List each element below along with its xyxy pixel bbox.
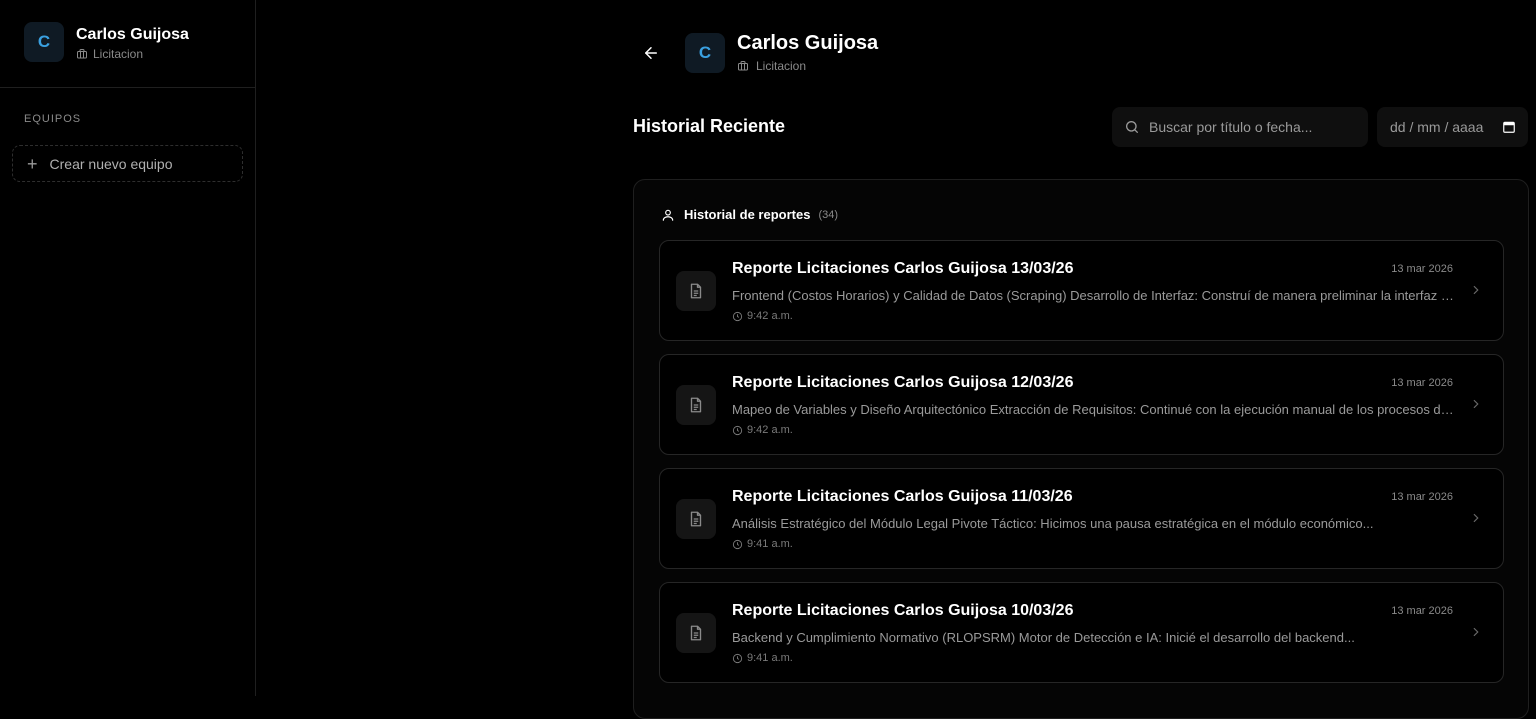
arrow-left-icon [645, 46, 657, 59]
report-date: 13 mar 2026 [1391, 491, 1453, 503]
chevron-right-icon [1469, 283, 1483, 297]
document-icon [676, 613, 716, 653]
report-title: Reporte Licitaciones Carlos Guijosa 10/0… [732, 602, 1074, 619]
report-description: Frontend (Costos Horarios) y Calidad de … [732, 288, 1454, 303]
briefcase-icon [738, 61, 748, 71]
report-time: 9:41 a.m. [747, 652, 793, 664]
teams-section-label: EQUIPOS [24, 113, 82, 125]
reports-panel: Historial de reportes (34) Reporte Licit… [633, 179, 1529, 719]
report-card[interactable]: Reporte Licitaciones Carlos Guijosa 12/0… [659, 354, 1504, 455]
sidebar: C Carlos Guijosa Licitacion EQUIPOS + Cr… [0, 0, 256, 696]
clock-icon [732, 311, 743, 321]
report-card[interactable]: Reporte Licitaciones Carlos Guijosa 13/0… [659, 240, 1504, 341]
report-card[interactable]: Reporte Licitaciones Carlos Guijosa 10/0… [659, 582, 1504, 683]
chevron-right-icon [1469, 397, 1483, 411]
clock-icon [732, 425, 743, 435]
clock-icon [732, 653, 743, 663]
report-date: 13 mar 2026 [1391, 377, 1453, 389]
chevron-right-icon [1469, 511, 1483, 525]
chevron-right-icon [1469, 625, 1483, 639]
search-box[interactable] [1112, 107, 1368, 147]
profile-role: Licitacion [756, 59, 807, 73]
sidebar-user-role: Licitacion [93, 47, 144, 61]
report-time: 9:42 a.m. [747, 310, 793, 322]
report-time: 9:41 a.m. [747, 538, 793, 550]
user-icon [662, 209, 674, 221]
profile-header: C Carlos Guijosa Licitacion [640, 32, 878, 73]
report-title: Reporte Licitaciones Carlos Guijosa 12/0… [732, 374, 1074, 391]
reports-panel-header: Historial de reportes (34) [661, 207, 838, 222]
report-title: Reporte Licitaciones Carlos Guijosa 13/0… [732, 260, 1074, 277]
avatar: C [24, 22, 64, 62]
report-description: Backend y Cumplimiento Normativo (RLOPSR… [732, 630, 1355, 645]
create-team-button[interactable]: + Crear nuevo equipo [12, 145, 243, 182]
report-date: 13 mar 2026 [1391, 263, 1453, 275]
date-placeholder: dd / mm / aaaa [1390, 119, 1484, 135]
report-time: 9:42 a.m. [747, 424, 793, 436]
date-filter[interactable]: dd / mm / aaaa [1377, 107, 1528, 147]
report-title: Reporte Licitaciones Carlos Guijosa 11/0… [732, 488, 1073, 505]
profile-name: Carlos Guijosa [737, 32, 879, 54]
briefcase-icon [77, 49, 87, 59]
plus-icon: + [27, 153, 38, 174]
document-icon [676, 499, 716, 539]
report-card[interactable]: Reporte Licitaciones Carlos Guijosa 11/0… [659, 468, 1504, 569]
sidebar-profile[interactable]: C Carlos Guijosa Licitacion [0, 0, 255, 88]
history-title: Historial Reciente [633, 116, 786, 136]
create-team-label: Crear nuevo equipo [49, 155, 173, 172]
reports-count: (34) [818, 208, 838, 221]
back-button[interactable] [640, 42, 662, 64]
document-icon [676, 271, 716, 311]
report-date: 13 mar 2026 [1391, 605, 1453, 617]
sidebar-user-name: Carlos Guijosa [76, 26, 189, 43]
calendar-icon[interactable] [1502, 120, 1516, 134]
report-description: Mapeo de Variables y Diseño Arquitectóni… [732, 402, 1454, 417]
report-description: Análisis Estratégico del Módulo Legal Pi… [732, 516, 1374, 531]
search-icon [1126, 121, 1138, 133]
avatar: C [685, 32, 725, 73]
document-icon [676, 385, 716, 425]
clock-icon [732, 539, 743, 549]
reports-panel-title: Historial de reportes [684, 207, 811, 222]
search-input[interactable] [1149, 119, 1349, 135]
